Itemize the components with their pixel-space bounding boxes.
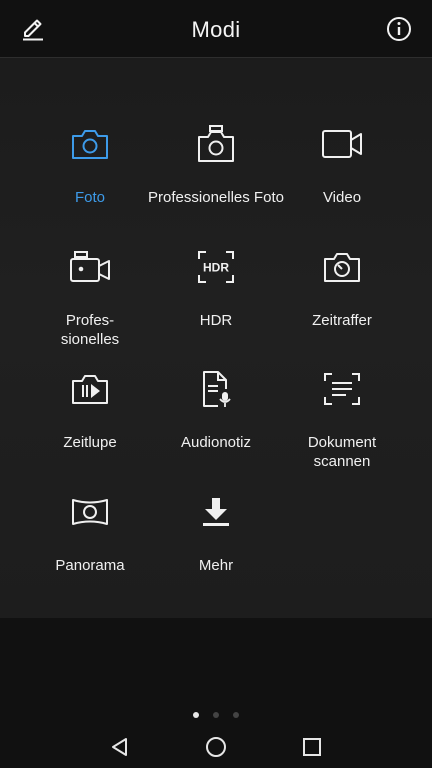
recents-icon [303, 738, 321, 756]
page-indicator [0, 712, 432, 722]
home-icon [206, 737, 226, 757]
back-icon [112, 738, 127, 756]
recents-button[interactable] [264, 727, 360, 767]
page-dot-active[interactable] [193, 712, 199, 718]
mode-hdr[interactable]: HDR HDR [144, 233, 288, 355]
home-button[interactable] [168, 727, 264, 767]
mode-more[interactable]: Mehr [144, 478, 288, 600]
pro-camera-icon [198, 125, 234, 162]
page-dot[interactable] [233, 712, 239, 718]
info-button[interactable] [384, 14, 414, 44]
mode-label: Dokument scannen [307, 434, 377, 470]
mode-label: Mehr [198, 557, 234, 574]
mode-timelapse[interactable]: Zeitraffer [270, 233, 414, 355]
mode-document-scan[interactable]: Dokument scannen [270, 355, 414, 477]
navigation-bar [0, 726, 432, 768]
camera-icon [72, 130, 108, 159]
document-scan-icon [324, 373, 360, 405]
info-icon [387, 17, 411, 41]
mode-foto[interactable]: Foto [18, 110, 162, 232]
mode-video[interactable]: Video [270, 110, 414, 232]
video-camera-icon [322, 130, 362, 158]
page-title: Modi [191, 17, 241, 42]
mode-label: Video [322, 189, 362, 206]
audio-note-icon [203, 371, 231, 407]
mode-professional-video[interactable]: Profes- sionelles [18, 233, 162, 355]
download-icon [203, 498, 229, 526]
mode-panorama[interactable]: Panorama [18, 478, 162, 600]
timelapse-icon [324, 253, 360, 282]
mode-slow-motion[interactable]: Zeitlupe [18, 355, 162, 477]
hdr-icon: HDR [198, 251, 234, 283]
slow-motion-icon [72, 375, 108, 404]
mode-label: Zeitraffer [312, 312, 372, 329]
mode-professional-photo[interactable]: Professionelles Foto [144, 110, 288, 232]
camera-modes-screen: Modi Foto Professionelles Foto Video Pro… [0, 0, 432, 768]
pro-video-icon [70, 251, 110, 282]
panorama-icon [72, 499, 108, 525]
page-dot[interactable] [213, 712, 219, 718]
top-bar: Modi [0, 0, 432, 58]
back-button[interactable] [72, 727, 168, 767]
svg-text:HDR: HDR [203, 261, 229, 275]
